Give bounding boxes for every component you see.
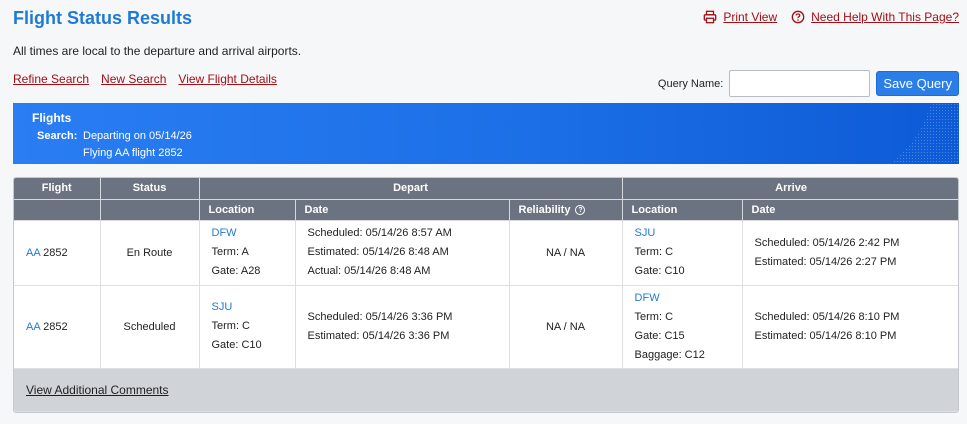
footer-cell: View Additional Comments [14, 368, 958, 412]
arrive-terminal: Term: C [634, 246, 674, 258]
flight-number: 2852 [43, 320, 68, 333]
help-link[interactable]: Need Help With This Page? [791, 10, 959, 24]
header-flight: Flight [14, 178, 101, 200]
banner-departing-line: Departing on 05/14/26 [83, 130, 192, 142]
query-name-label: Query Name: [657, 77, 724, 90]
search-banner: Flights Search: Departing on 05/14/26 Fl… [13, 103, 959, 164]
arrive-estimated: Estimated: 05/14/26 8:10 PM [754, 329, 897, 342]
arrive-location-cell: SJU Term: C Gate: C10 [622, 220, 743, 286]
arrive-date-cell: Scheduled: 05/14/26 8:10 PM Estimated: 0… [742, 285, 958, 369]
dot-pattern-decoration [889, 103, 959, 164]
header-status-sub [100, 199, 200, 221]
print-view-link[interactable]: Print View [703, 10, 777, 24]
depart-scheduled: Scheduled: 05/14/26 3:36 PM [307, 310, 453, 323]
arrive-airport-link[interactable]: DFW [635, 289, 742, 308]
flight-cell: AA 2852 [14, 220, 101, 286]
depart-terminal: Term: C [211, 320, 251, 332]
local-times-note: All times are local to the departure and… [13, 44, 302, 58]
arrive-location-cell: DFW Term: C Gate: C15 Baggage: C12 [622, 285, 743, 369]
airline-link[interactable]: AA [26, 321, 40, 333]
arrive-gate: Gate: C15 [634, 329, 685, 342]
depart-estimated: Estimated: 05/14/26 3:36 PM [307, 329, 450, 342]
header-reliability: Reliability? [509, 199, 623, 221]
depart-location-cell: DFW Term: A Gate: A28 [199, 220, 296, 286]
depart-actual: Actual: 05/14/26 8:48 AM [307, 265, 431, 277]
depart-date-cell: Scheduled: 05/14/26 8:57 AM Estimated: 0… [295, 220, 510, 286]
help-label: Need Help With This Page? [811, 10, 959, 24]
depart-terminal: Term: A [211, 246, 249, 258]
arrive-scheduled: Scheduled: 05/14/26 8:10 PM [754, 310, 900, 323]
save-query-button[interactable]: Save Query [876, 71, 959, 96]
header-arrive-date: Date [742, 199, 958, 221]
table-footer: View Additional Comments [14, 368, 958, 412]
reliability-help-icon[interactable]: ? [575, 204, 586, 215]
depart-airport-link[interactable]: DFW [212, 224, 295, 243]
arrive-gate: Gate: C10 [634, 265, 685, 277]
arrive-scheduled: Scheduled: 05/14/26 2:42 PM [754, 236, 900, 249]
arrive-estimated: Estimated: 05/14/26 2:27 PM [754, 255, 897, 268]
view-additional-comments-link[interactable]: View Additional Comments [26, 383, 169, 397]
header-depart: Depart [199, 178, 623, 200]
query-form: Query Name: Save Query [658, 70, 959, 97]
banner-title: Flights [32, 111, 72, 125]
arrive-date-cell: Scheduled: 05/14/26 2:42 PM Estimated: 0… [742, 220, 958, 286]
flight-number: 2852 [43, 246, 68, 259]
flight-results-table: Flight Status Depart Arrive Location Dat… [13, 177, 959, 413]
header-arrive-location: Location [622, 199, 743, 221]
view-flight-details-link[interactable]: View Flight Details [178, 72, 276, 86]
depart-estimated: Estimated: 05/14/26 8:48 AM [307, 246, 449, 258]
arrive-airport-link[interactable]: SJU [635, 224, 742, 243]
page-title: Flight Status Results [13, 8, 193, 28]
status-cell: En Route [100, 220, 200, 286]
header-depart-location: Location [199, 199, 296, 221]
banner-search-label: Search: [37, 130, 78, 142]
depart-gate: Gate: C10 [211, 339, 262, 351]
arrive-baggage: Baggage: C12 [634, 348, 705, 361]
flight-cell: AA 2852 [14, 285, 101, 369]
action-links: Refine Search New Search View Flight Det… [13, 72, 277, 86]
depart-date-cell: Scheduled: 05/14/26 3:36 PM Estimated: 0… [295, 285, 510, 369]
table-row: AA 2852 En Route DFW Term: A Gate: A28 S… [14, 220, 958, 286]
print-view-label: Print View [723, 10, 778, 24]
header-arrive: Arrive [622, 178, 958, 200]
header-flight-sub [14, 199, 101, 221]
reliability-cell: NA / NA [509, 285, 623, 369]
header-depart-date: Date [295, 199, 510, 221]
query-name-input[interactable] [729, 70, 871, 97]
depart-location-cell: SJU Term: C Gate: C10 [199, 285, 296, 369]
airline-link[interactable]: AA [26, 247, 40, 259]
reliability-label: Reliability [518, 203, 571, 216]
new-search-link[interactable]: New Search [101, 72, 166, 86]
table-row: AA 2852 Scheduled SJU Term: C Gate: C10 … [14, 285, 958, 369]
reliability-cell: NA / NA [509, 220, 623, 286]
printer-icon [703, 10, 717, 24]
depart-airport-link[interactable]: SJU [212, 298, 295, 317]
depart-scheduled: Scheduled: 05/14/26 8:57 AM [307, 227, 452, 239]
top-links: Print View Need Help With This Page? [703, 10, 959, 24]
refine-search-link[interactable]: Refine Search [13, 72, 89, 86]
depart-gate: Gate: A28 [211, 265, 261, 277]
status-cell: Scheduled [100, 285, 200, 369]
arrive-terminal: Term: C [634, 310, 674, 323]
banner-flying-line: Flying AA flight 2852 [83, 147, 183, 159]
header-status: Status [100, 178, 200, 200]
question-circle-icon [791, 10, 805, 24]
